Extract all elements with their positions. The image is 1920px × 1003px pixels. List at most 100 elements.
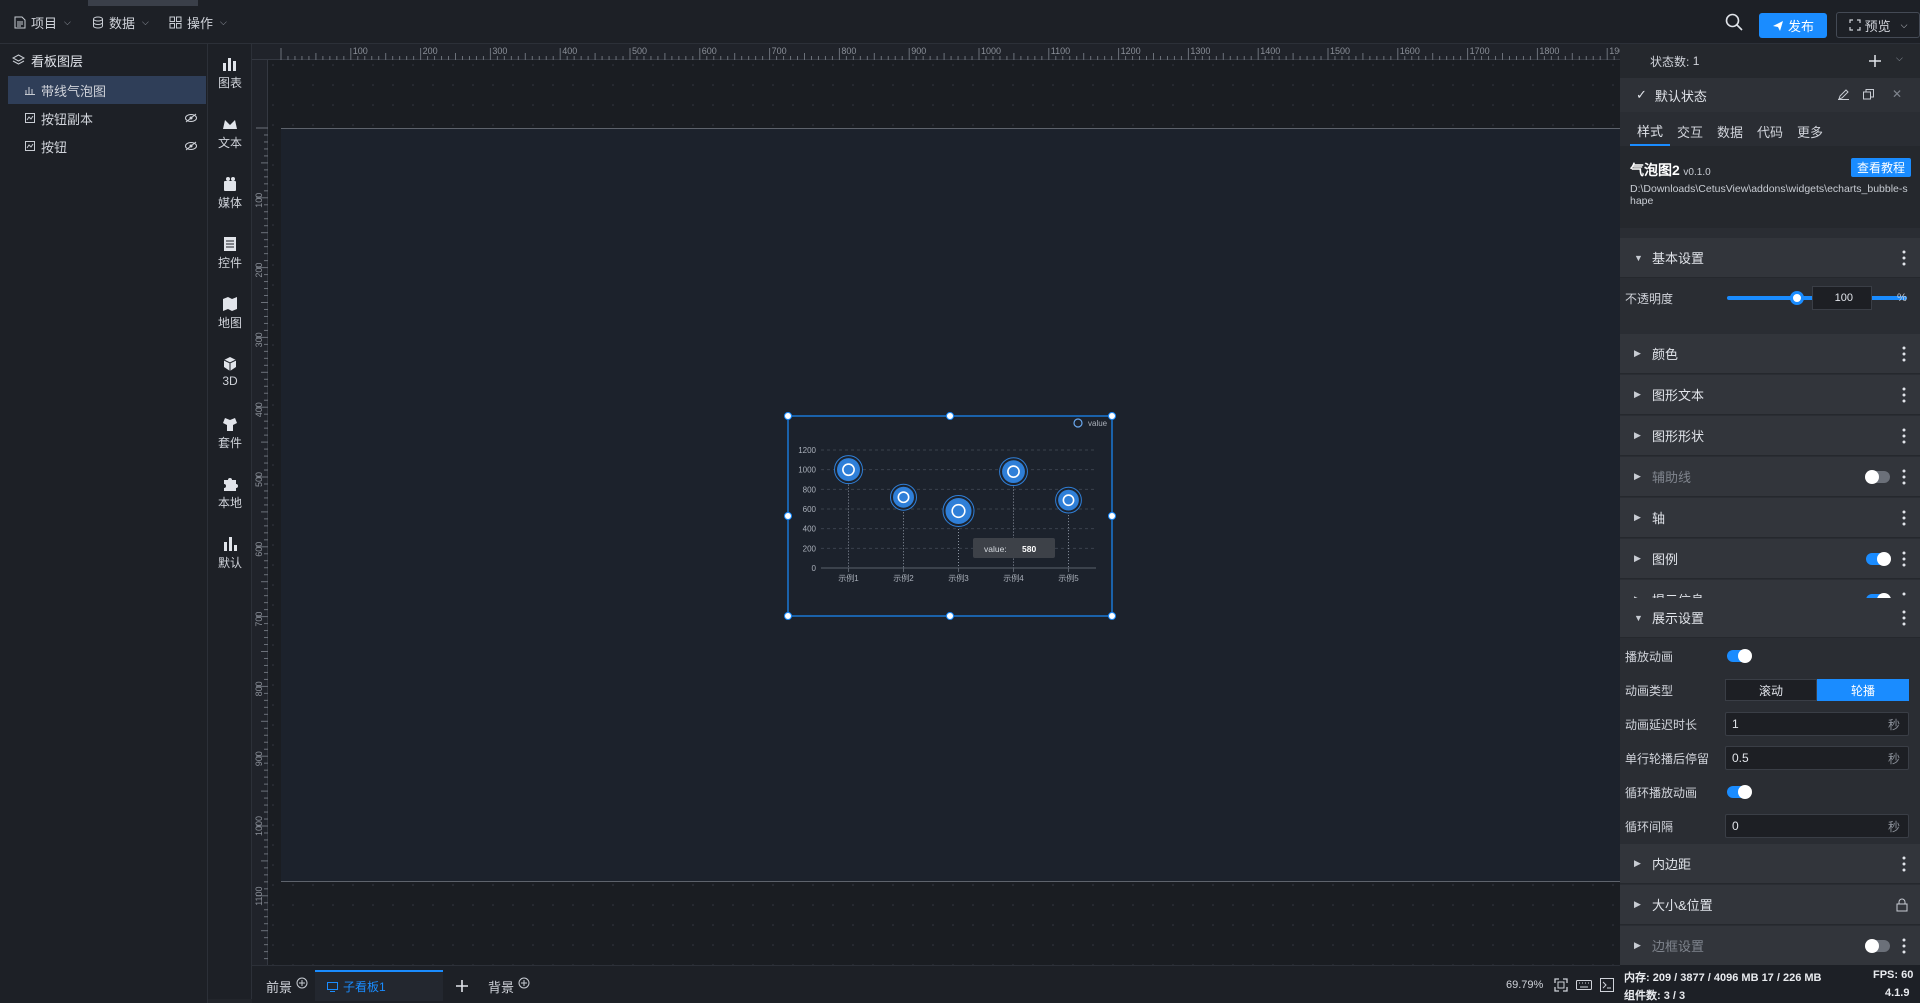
add-board-icon[interactable]	[455, 979, 469, 993]
widget-local[interactable]: 本地	[208, 476, 252, 511]
widget-control[interactable]: 控件	[208, 236, 252, 271]
more-vertical-icon[interactable]	[1902, 856, 1906, 872]
more-vertical-icon[interactable]	[1902, 250, 1906, 266]
ruler-horizontal[interactable]: 100 200 300 400 500 600 700 800 900 1000 1100 1200 1…	[252, 44, 1620, 60]
more-vertical-icon[interactable]	[1902, 938, 1906, 954]
animation-type-carousel[interactable]: 轮播	[1817, 679, 1909, 701]
widget-media[interactable]: 媒体	[208, 176, 252, 211]
tab-style[interactable]: 样式	[1630, 116, 1670, 146]
menu-project[interactable]: 项目 ⌵	[14, 13, 71, 32]
section-axis[interactable]: ▶ 轴	[1620, 498, 1920, 538]
opacity-slider-thumb[interactable]	[1790, 291, 1804, 305]
section-toggle[interactable]	[1865, 939, 1890, 953]
bubble-chart-widget[interactable]: 0 200 400 600 800 1000 1200 示例1 示例2 示例3 示例4 示例5 va…	[784, 412, 1116, 620]
more-vertical-icon[interactable]	[1902, 346, 1906, 362]
more-vertical-icon[interactable]	[1902, 469, 1906, 485]
layer-item-bubble-chart[interactable]: 带线气泡图	[8, 76, 206, 104]
layer-label: 按钮副本	[41, 111, 94, 127]
status-bar: 内存: 209 / 3877 / 4096 MB 17 / 226 MB FPS…	[1620, 965, 1920, 1003]
more-vertical-icon[interactable]	[1902, 387, 1906, 403]
bubble-point[interactable]	[893, 486, 914, 508]
section-border[interactable]: ▶ 边框设置	[1620, 926, 1920, 965]
resize-handle[interactable]	[1108, 412, 1116, 420]
eye-hidden-icon[interactable]	[185, 113, 197, 123]
properties-panel: 状态数: 1 ⌵ ✓ 默认状态 ✕ 样式 交互 数据 代码 更多 气泡图2 v0…	[1620, 44, 1920, 965]
row-pause-input[interactable]: 0.5 秒	[1725, 746, 1909, 770]
widget-chart[interactable]: 图表	[208, 56, 252, 91]
tab-background[interactable]: 背景	[488, 977, 530, 996]
section-padding[interactable]: ▶ 内边距	[1620, 844, 1920, 884]
terminal-icon[interactable]	[1600, 978, 1614, 992]
resize-handle[interactable]	[1108, 512, 1116, 520]
resize-handle[interactable]	[946, 612, 954, 620]
zoom-level[interactable]: 69.79%	[1506, 979, 1543, 991]
loop-animation-toggle[interactable]	[1727, 785, 1752, 799]
tab-code[interactable]: 代码	[1750, 116, 1790, 146]
loop-interval-input[interactable]: 0秒	[1725, 814, 1909, 838]
search-button[interactable]	[1724, 12, 1744, 32]
section-toggle[interactable]	[1865, 470, 1890, 484]
bubble-point[interactable]	[837, 458, 860, 482]
lock-icon[interactable]	[1896, 898, 1908, 912]
section-guide-line[interactable]: ▶ 辅助线	[1620, 457, 1920, 497]
opacity-input[interactable]: 100	[1812, 286, 1872, 310]
more-vertical-icon[interactable]	[1902, 551, 1906, 567]
ruler-label: 400	[562, 46, 577, 56]
tab-foreground[interactable]: 前景	[266, 977, 308, 996]
copy-icon[interactable]	[1863, 89, 1874, 100]
more-vertical-icon[interactable]	[1902, 610, 1906, 626]
widget-kit[interactable]: 套件	[208, 416, 252, 451]
widget-map[interactable]: 地图	[208, 296, 252, 331]
animation-type-scroll[interactable]: 滚动	[1725, 679, 1817, 701]
tab-more[interactable]: 更多	[1790, 116, 1830, 146]
resize-handle[interactable]	[1108, 612, 1116, 620]
widget-text[interactable]: 文本	[208, 116, 252, 151]
editor-canvas[interactable]: 100 200 300 400 500 600 700 800 900 1000 1100 1200 1…	[252, 44, 1620, 965]
close-icon[interactable]: ✕	[1892, 87, 1902, 101]
section-basic-settings[interactable]: ▼ 基本设置	[1620, 238, 1920, 278]
section-size-position[interactable]: ▶ 大小&位置	[1620, 885, 1920, 925]
bubble-point[interactable]	[1002, 460, 1025, 484]
play-animation-toggle[interactable]	[1727, 649, 1752, 663]
widget-default[interactable]: 默认	[208, 536, 252, 571]
section-shape-text[interactable]: ▶ 图形文本	[1620, 375, 1920, 415]
tab-sub-board[interactable]: 子看板1	[315, 970, 443, 1001]
edit-icon[interactable]	[1838, 89, 1849, 100]
add-state-icon[interactable]	[1868, 54, 1882, 68]
menu-data[interactable]: 数据 ⌵	[92, 13, 149, 32]
preview-button[interactable]: 预览 ⌵	[1836, 12, 1920, 38]
section-legend[interactable]: ▶ 图例	[1620, 539, 1920, 579]
menu-operations[interactable]: 操作 ⌵	[169, 13, 227, 32]
section-display-settings[interactable]: ▼ 展示设置	[1620, 598, 1920, 638]
more-vertical-icon[interactable]	[1902, 428, 1906, 444]
publish-button[interactable]: 发布	[1759, 13, 1827, 38]
add-circle-icon[interactable]	[518, 977, 530, 989]
chevron-down-icon: ⌵	[1900, 19, 1908, 30]
chart-legend[interactable]: value	[1073, 418, 1108, 428]
keyboard-icon[interactable]	[1576, 978, 1592, 992]
tab-data[interactable]: 数据	[1710, 116, 1750, 146]
section-color[interactable]: ▶ 颜色	[1620, 334, 1920, 374]
widget-3d[interactable]: 3D	[208, 356, 252, 388]
tutorial-button[interactable]: 查看教程	[1851, 158, 1911, 177]
ruler-vertical[interactable]: 100 200 300 400 500 600 700 800 900 1000 1100	[252, 60, 268, 965]
add-circle-icon[interactable]	[296, 977, 308, 989]
resize-handle[interactable]	[784, 512, 792, 520]
resize-handle[interactable]	[784, 612, 792, 620]
bubble-point[interactable]	[945, 497, 972, 524]
layer-item-button-copy[interactable]: 按钮副本	[0, 104, 207, 132]
section-shape-form[interactable]: ▶ 图形形状	[1620, 416, 1920, 456]
resize-handle[interactable]	[946, 412, 954, 420]
fit-screen-icon[interactable]	[1554, 978, 1568, 992]
animation-delay-input[interactable]: 1秒	[1725, 712, 1909, 736]
tab-interaction[interactable]: 交互	[1670, 116, 1710, 146]
chevron-down-icon[interactable]: ⌵	[1896, 53, 1903, 64]
section-toggle[interactable]	[1866, 552, 1891, 566]
state-item-default[interactable]: ✓ 默认状态 ✕	[1620, 78, 1920, 112]
layer-item-button[interactable]: 按钮	[0, 132, 207, 160]
more-vertical-icon[interactable]	[1902, 510, 1906, 526]
resize-handle[interactable]	[784, 412, 792, 420]
bubble-point[interactable]	[1058, 489, 1079, 511]
eye-hidden-icon[interactable]	[185, 141, 197, 151]
tab-foreground-label: 前景	[266, 980, 293, 995]
